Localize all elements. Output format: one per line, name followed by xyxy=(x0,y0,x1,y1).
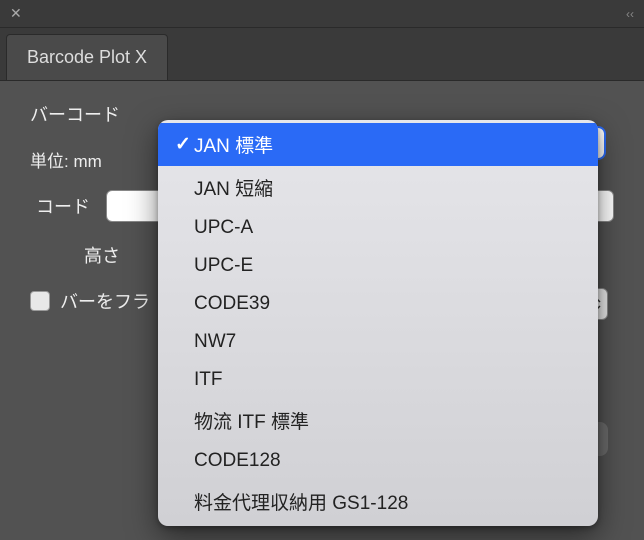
label-flatten: バーをフラ xyxy=(60,288,150,314)
label-height: 高さ xyxy=(30,242,130,268)
dropdown-option-label: CODE39 xyxy=(194,293,584,315)
dropdown-option-label: NW7 xyxy=(194,331,584,353)
barcode-type-dropdown: ✓JAN 標準 JAN 短縮 UPC-A UPC-E CODE39 NW7 ITF 物流 IT… xyxy=(158,120,598,526)
dropdown-option[interactable]: NW7 xyxy=(158,323,598,361)
dropdown-option[interactable]: CODE39 xyxy=(158,285,598,323)
dropdown-option[interactable]: ✓JAN 標準 xyxy=(158,123,598,166)
label-code: コード xyxy=(30,193,100,219)
dropdown-option[interactable]: UPC-A xyxy=(158,209,598,247)
titlebar: ✕ ‹‹ xyxy=(0,0,644,28)
dropdown-option-label: CODE128 xyxy=(194,450,584,472)
dropdown-option[interactable]: 料金代理収納用 GS1-128 xyxy=(158,480,598,523)
label-barcode: バーコード xyxy=(30,101,120,127)
dropdown-option-label: JAN 標準 xyxy=(194,131,584,158)
dropdown-option-label: ITF xyxy=(194,369,584,391)
dropdown-option[interactable]: ITF xyxy=(158,361,598,399)
collapse-icon[interactable]: ‹‹ xyxy=(626,7,634,21)
dropdown-option-label: UPC-A xyxy=(194,217,584,239)
dropdown-option-label: 物流 ITF 標準 xyxy=(194,407,584,434)
dropdown-option[interactable]: UPC-E xyxy=(158,247,598,285)
dropdown-option-label: UPC-E xyxy=(194,255,584,277)
dropdown-option-label: 料金代理収納用 GS1-128 xyxy=(194,488,584,515)
dropdown-option[interactable]: JAN 短縮 xyxy=(158,166,598,209)
flatten-checkbox[interactable] xyxy=(30,291,50,311)
close-icon[interactable]: ✕ xyxy=(10,5,22,22)
dropdown-option-label: JAN 短縮 xyxy=(194,174,584,201)
tab-bar: Barcode Plot X xyxy=(0,28,644,81)
dropdown-option[interactable]: CODE128 xyxy=(158,442,598,480)
dropdown-option[interactable]: 物流 ITF 標準 xyxy=(158,399,598,442)
tab-barcode-plot[interactable]: Barcode Plot X xyxy=(6,34,168,80)
check-icon: ✓ xyxy=(172,133,194,156)
